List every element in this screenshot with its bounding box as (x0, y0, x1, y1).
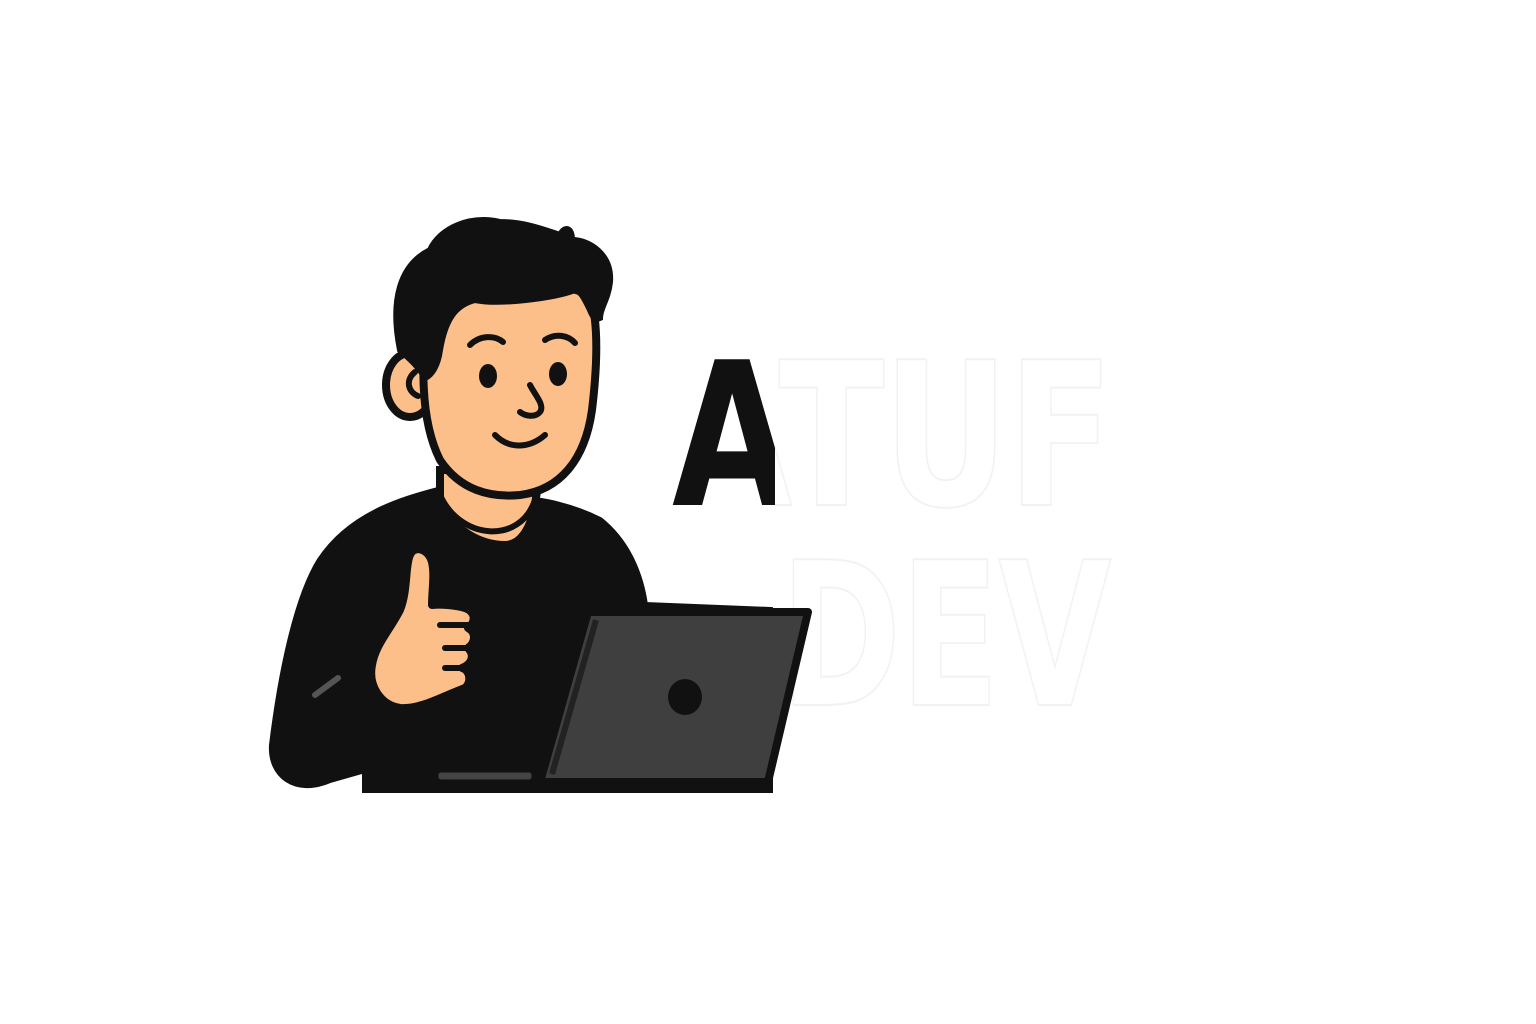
logo-illustration: ATUF DEV ATUF DEV (268, 217, 1115, 793)
logo-line-2-light: DEV (780, 520, 1111, 753)
